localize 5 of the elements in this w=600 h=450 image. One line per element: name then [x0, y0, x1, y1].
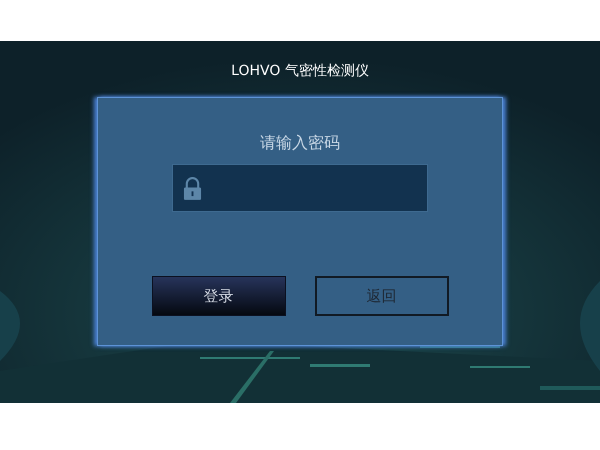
lock-icon — [183, 176, 202, 200]
login-button[interactable]: 登录 — [152, 276, 286, 316]
password-prompt: 请输入密码 — [260, 132, 340, 154]
app-title: LOHVO 气密性检测仪 — [231, 62, 369, 81]
password-field[interactable] — [172, 164, 428, 212]
